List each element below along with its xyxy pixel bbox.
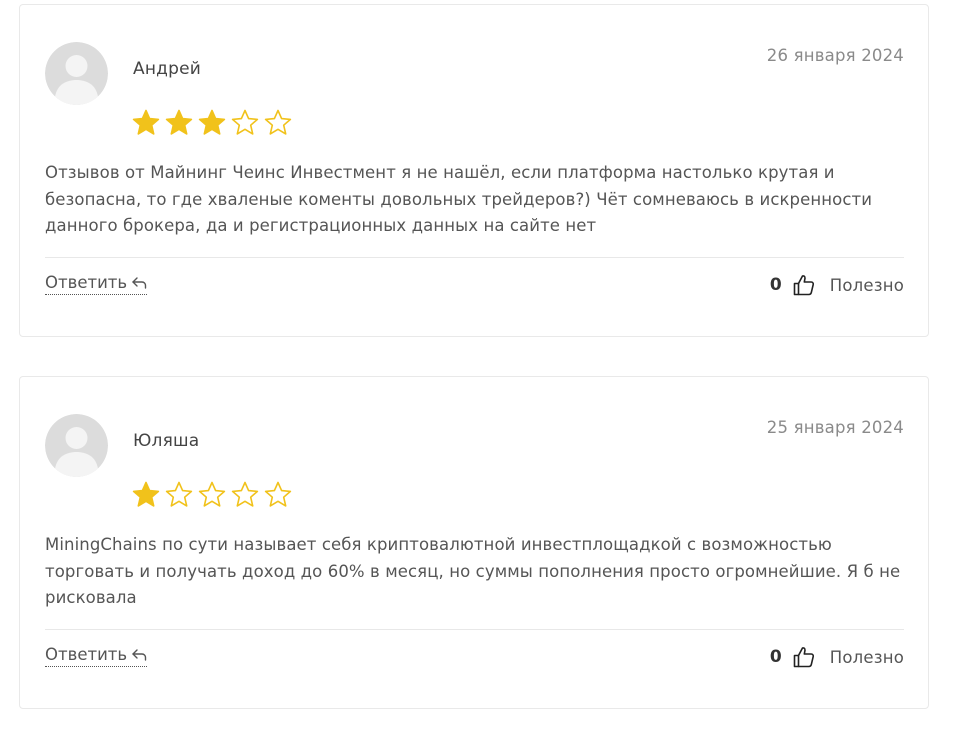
star-outline-icon	[231, 109, 259, 135]
review-card: Андрей 26 января 2024 Отзывов от Майнинг…	[19, 4, 929, 337]
star-outline-icon	[165, 481, 193, 507]
rating-stars	[131, 108, 293, 138]
star-outline-icon	[231, 481, 259, 507]
divider	[45, 629, 904, 630]
like-count: 0	[769, 275, 782, 295]
review-author: Андрей	[133, 59, 201, 79]
reply-label: Ответить	[45, 645, 128, 664]
useful-label[interactable]: Полезно	[830, 648, 904, 667]
reply-arrow-icon	[132, 276, 147, 289]
user-avatar-icon	[45, 42, 108, 105]
avatar	[45, 42, 108, 105]
star-outline-icon	[264, 481, 292, 507]
rating-stars	[131, 480, 293, 510]
review-date: 25 января 2024	[766, 418, 904, 437]
like-count: 0	[769, 647, 782, 667]
star-outline-icon	[264, 109, 292, 135]
reply-label: Ответить	[45, 273, 128, 292]
helpful-block: 0 Полезно	[770, 645, 904, 669]
helpful-block: 0 Полезно	[770, 273, 904, 297]
review-date: 26 января 2024	[766, 46, 904, 65]
review-text: MiningChains по сути называет себя крипт…	[45, 535, 901, 607]
star-filled-icon	[132, 481, 160, 507]
review-author: Юляша	[133, 431, 200, 451]
review-text: Отзывов от Майнинг Чеинс Инвестмент я не…	[45, 163, 873, 235]
reply-arrow-icon	[132, 648, 147, 661]
reply-link[interactable]: Ответить	[45, 273, 148, 295]
thumbs-up-icon[interactable]	[792, 273, 816, 297]
star-filled-icon	[165, 109, 193, 135]
star-outline-icon	[198, 481, 226, 507]
divider	[45, 257, 904, 258]
reply-link[interactable]: Ответить	[45, 645, 148, 667]
useful-label[interactable]: Полезно	[830, 276, 904, 295]
review-card: Юляша 25 января 2024 MiningChains по сут…	[19, 376, 929, 709]
thumbs-up-icon[interactable]	[792, 645, 816, 669]
user-avatar-icon	[45, 414, 108, 477]
avatar	[45, 414, 108, 477]
star-filled-icon	[198, 109, 226, 135]
star-filled-icon	[132, 109, 160, 135]
